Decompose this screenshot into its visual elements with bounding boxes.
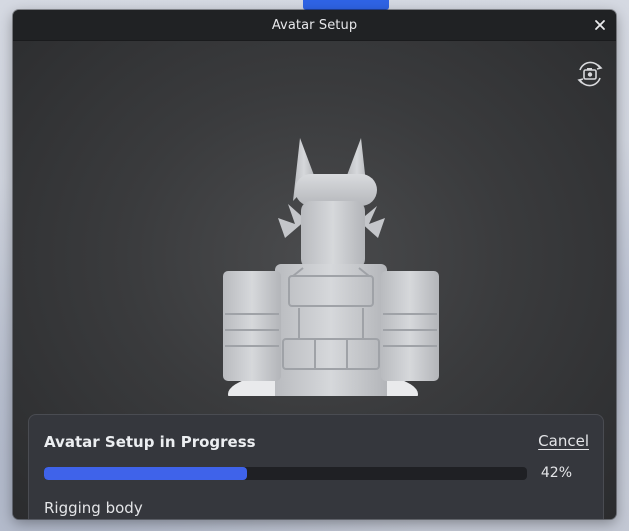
progress-bar-fill <box>44 467 247 480</box>
close-icon <box>595 20 605 30</box>
dialog-title: Avatar Setup <box>271 17 358 33</box>
avatar-model <box>223 138 439 396</box>
background-blue-element <box>303 0 389 10</box>
camera-rotate-icon <box>577 61 603 87</box>
progress-status: Rigging body <box>44 499 143 517</box>
camera-rotate-button[interactable] <box>572 56 608 92</box>
progress-panel: Avatar Setup in Progress Cancel 42% Rigg… <box>28 414 604 519</box>
avatar-preview-viewport[interactable]: Avatar Setup in Progress Cancel 42% Rigg… <box>13 41 616 519</box>
progress-title: Avatar Setup in Progress <box>44 433 256 451</box>
close-button[interactable] <box>590 15 610 35</box>
progress-percent: 42% <box>540 465 572 481</box>
dialog-titlebar: Avatar Setup <box>13 10 616 41</box>
avatar-setup-dialog: Avatar Setup Avatar Setup in Progress Ca… <box>13 10 616 519</box>
cancel-button[interactable]: Cancel <box>538 432 589 450</box>
progress-bar <box>44 467 527 480</box>
